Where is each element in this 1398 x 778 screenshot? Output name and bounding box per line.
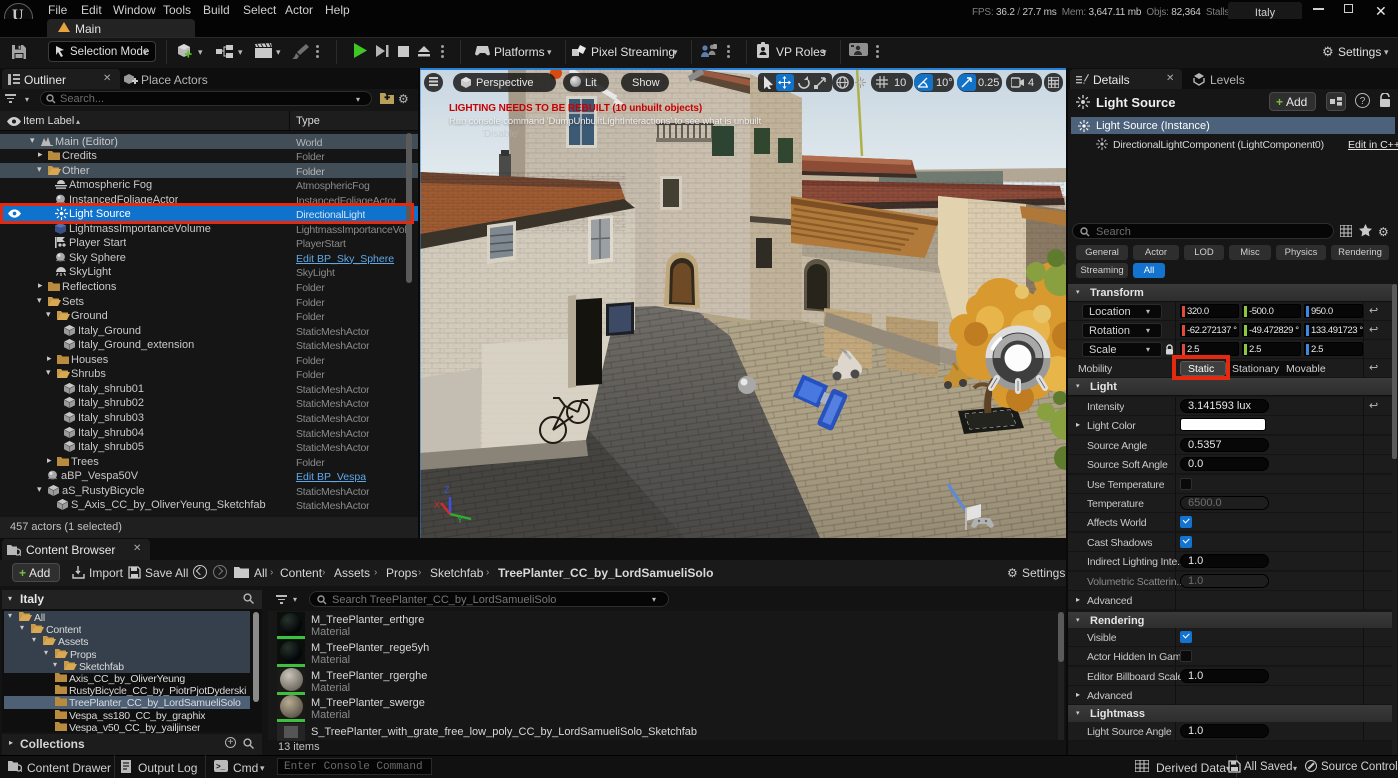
svg-text:Y: Y (457, 515, 463, 525)
svg-text:Z: Z (444, 485, 450, 495)
svg-text:X: X (434, 500, 440, 510)
